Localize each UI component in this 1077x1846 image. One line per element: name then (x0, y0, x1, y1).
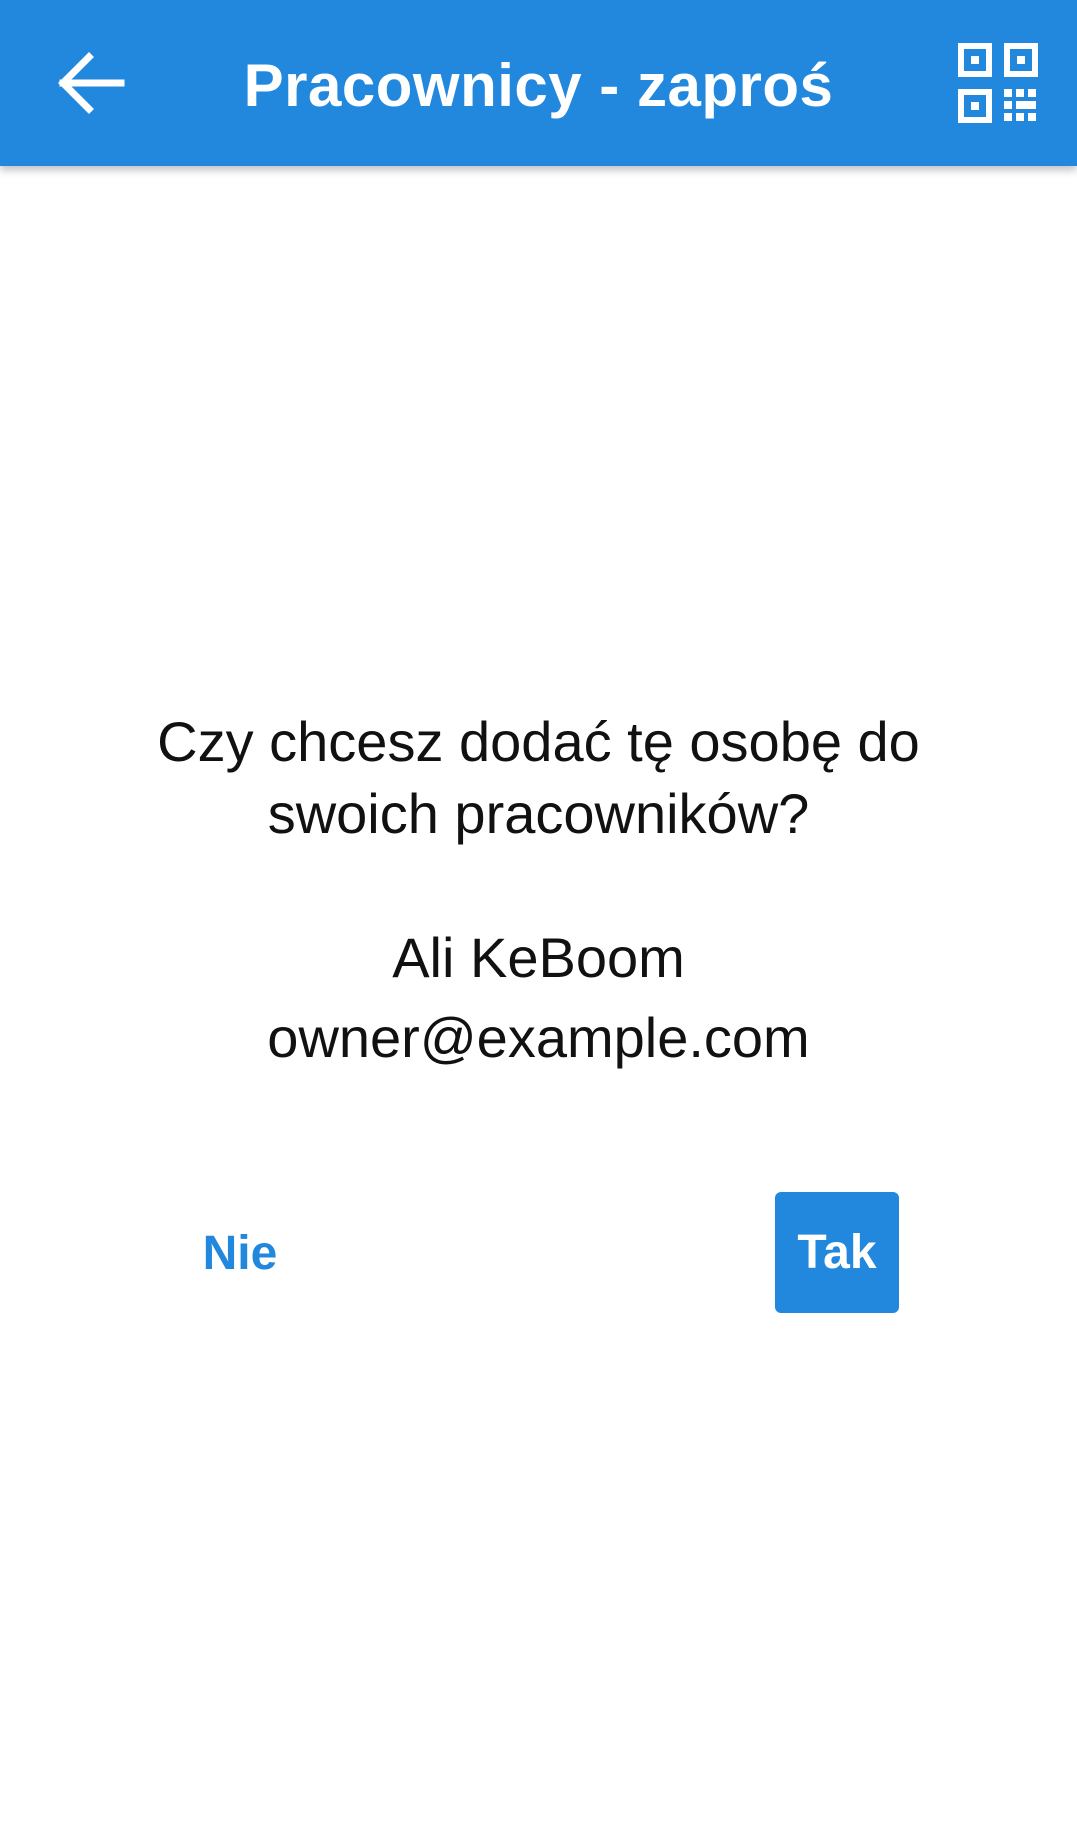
qr-code-icon (958, 43, 1038, 123)
app-bar: Pracownicy - zaproś (0, 0, 1077, 166)
person-email: owner@example.com (267, 1006, 810, 1069)
page-title: Pracownicy - zaproś (243, 52, 834, 119)
confirmation-question: Czy chcesz dodać tę osobę do swoich prac… (157, 710, 920, 845)
no-button[interactable]: Nie (170, 1194, 310, 1314)
invite-confirmation: Czy chcesz dodać tę osobę do swoich prac… (0, 166, 1077, 1846)
qr-scan-button[interactable] (948, 33, 1048, 133)
person-name: Ali KeBoom (392, 926, 685, 989)
yes-button[interactable]: Tak (775, 1192, 899, 1313)
